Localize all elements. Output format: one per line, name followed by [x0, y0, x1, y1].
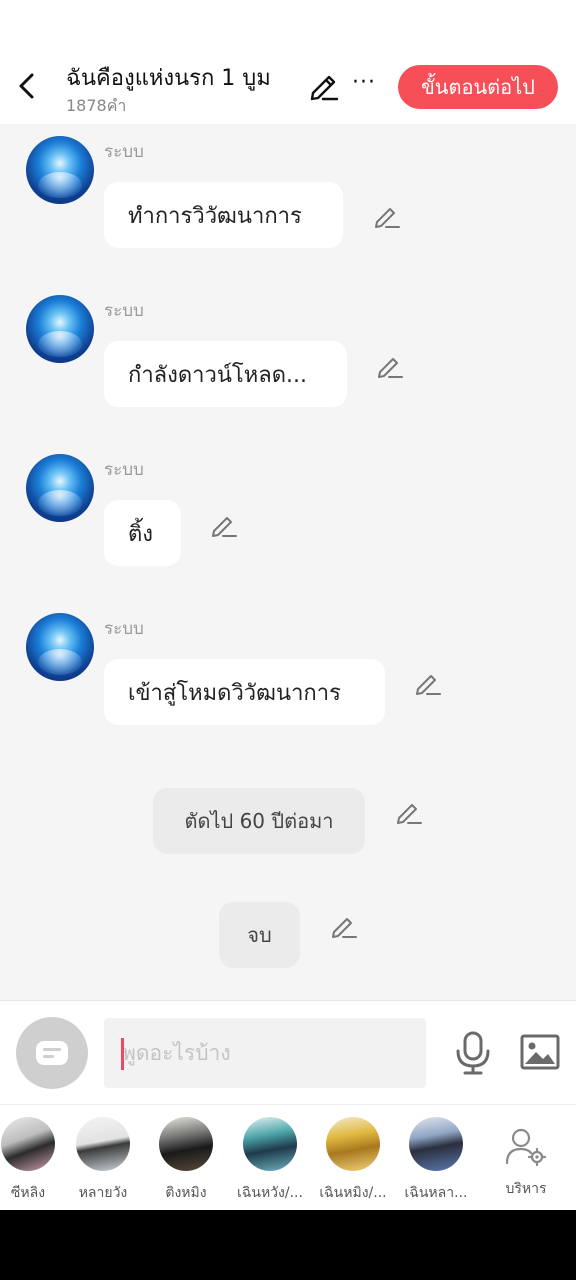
next-step-button[interactable]: ขั้นตอนต่อไป	[398, 65, 558, 109]
edit-message-icon[interactable]	[414, 669, 442, 697]
sender-name: ระบบ	[104, 301, 144, 321]
message-list: ระบบ ทำการวิวัฒนาการ ระบบ กำลังดาวน์โหลด…	[0, 124, 576, 1000]
system-navigation-bar	[0, 1210, 576, 1280]
narration-bubble[interactable]: ตัดไป 60 ปีต่อมา	[153, 788, 365, 854]
character-item[interactable]: เฉินหวัง/...	[232, 1117, 308, 1204]
character-selector: ซีหลิง หลายวัง ติงหมิง เฉินหวัง/... เฉิน…	[0, 1104, 576, 1210]
story-title: ฉันคืองูแห่งนรก 1 บูม	[66, 66, 271, 91]
character-name: เฉินหลา...	[404, 1185, 468, 1201]
edit-narration-icon[interactable]	[395, 798, 423, 826]
narration-bubble[interactable]: จบ	[219, 902, 300, 968]
character-avatar	[76, 1117, 130, 1171]
system-avatar[interactable]	[26, 136, 94, 204]
character-item[interactable]: ติงหมิง	[148, 1117, 224, 1204]
edit-narration-icon[interactable]	[330, 912, 358, 940]
image-icon[interactable]	[520, 1034, 560, 1070]
character-name: เฉินหมิง/...	[319, 1185, 387, 1201]
edit-title-icon[interactable]	[308, 70, 340, 102]
word-count: 1878คำ	[66, 96, 127, 115]
system-avatar[interactable]	[26, 295, 94, 363]
chat-editor-screen: ฉันคืองูแห่งนรก 1 บูม 1878คำ ··· ขั้นตอน…	[0, 0, 576, 1210]
message-input[interactable]	[104, 1018, 426, 1088]
edit-message-icon[interactable]	[373, 202, 401, 230]
message-bubble[interactable]: ติ้ง	[104, 500, 181, 566]
system-avatar[interactable]	[26, 454, 94, 522]
edit-message-icon[interactable]	[210, 511, 238, 539]
manage-user-gear-icon	[505, 1128, 547, 1167]
character-avatar	[1, 1117, 55, 1171]
character-name: ซีหลิง	[10, 1185, 46, 1201]
sender-name: ระบบ	[104, 619, 144, 639]
keyboard-icon	[36, 1041, 68, 1065]
top-bar: ฉันคืองูแห่งนรก 1 บูม 1878คำ ··· ขั้นตอน…	[0, 0, 576, 124]
message-bubble[interactable]: ทำการวิวัฒนาการ	[104, 182, 343, 248]
character-avatar	[409, 1117, 463, 1171]
system-avatar[interactable]	[26, 613, 94, 681]
character-avatar	[243, 1117, 297, 1171]
manage-characters-button[interactable]: บริหาร	[488, 1117, 564, 1200]
character-item[interactable]: ซีหลิง	[0, 1117, 66, 1204]
more-options-button[interactable]: ···	[352, 70, 376, 95]
back-arrow-icon[interactable]	[10, 66, 46, 106]
text-caret	[121, 1038, 124, 1070]
edit-message-icon[interactable]	[376, 352, 404, 380]
microphone-icon[interactable]	[454, 1031, 492, 1075]
character-item[interactable]: เฉินหลา...	[398, 1117, 474, 1204]
message-bubble[interactable]: กำลังดาวน์โหลด...	[104, 341, 347, 407]
sender-name: ระบบ	[104, 460, 144, 480]
character-avatar	[159, 1117, 213, 1171]
message-bubble[interactable]: เข้าสู่โหมดวิวัฒนาการ	[104, 659, 385, 725]
character-item[interactable]: เฉินหมิง/...	[315, 1117, 391, 1204]
manage-label: บริหาร	[505, 1181, 547, 1197]
character-name: เฉินหวัง/...	[237, 1185, 303, 1201]
character-name: หลายวัง	[78, 1185, 128, 1201]
character-avatar	[326, 1117, 380, 1171]
character-item[interactable]: หลายวัง	[65, 1117, 141, 1204]
input-bar	[0, 1000, 576, 1104]
sender-name: ระบบ	[104, 142, 144, 162]
keyboard-toggle-button[interactable]	[16, 1017, 88, 1089]
character-name: ติงหมิง	[165, 1185, 207, 1201]
